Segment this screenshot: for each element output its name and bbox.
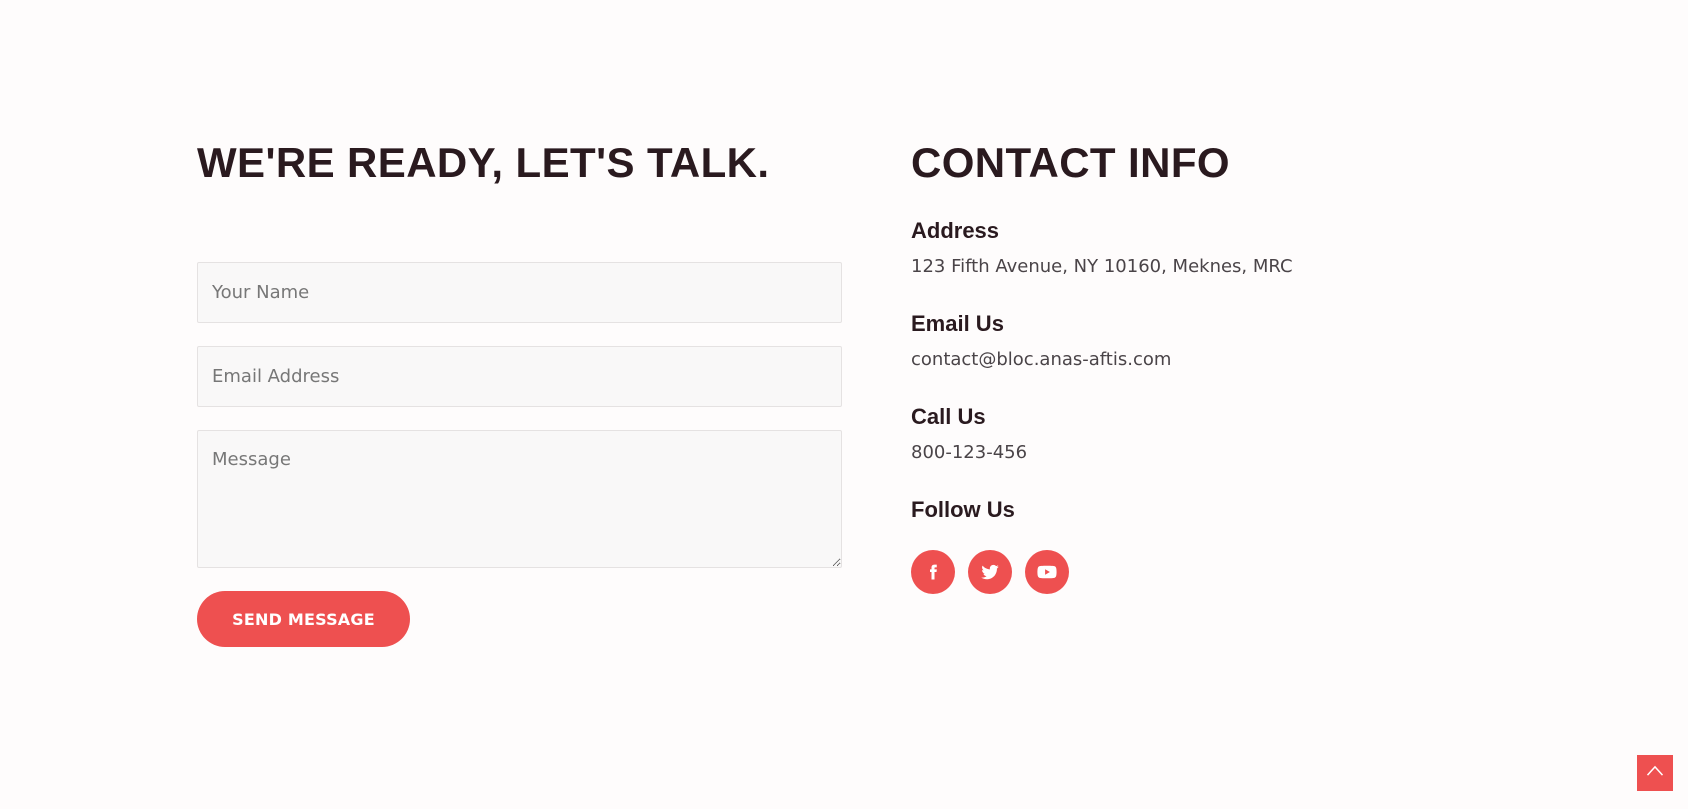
address-block: Address 123 Fifth Avenue, NY 10160, Mekn… <box>911 218 1293 279</box>
send-message-button[interactable]: SEND MESSAGE <box>197 591 410 647</box>
address-label: Address <box>911 218 1000 243</box>
phone-value: 800-123-456 <box>911 442 1028 463</box>
youtube-icon <box>1037 562 1057 582</box>
chevron-up-icon <box>1645 761 1665 785</box>
contact-info-column: CONTACT INFO Address 123 Fifth Avenue, N… <box>911 138 1491 594</box>
email-input[interactable] <box>197 346 842 407</box>
address-value: 123 Fifth Avenue, NY 10160, Meknes, MRC <box>911 256 1293 277</box>
facebook-link[interactable] <box>911 550 955 594</box>
message-textarea[interactable] <box>197 430 842 568</box>
call-block: Call Us 800-123-456 <box>911 404 1027 465</box>
follow-block: Follow Us <box>911 497 1015 523</box>
contact-section: WE'RE READY, LET'S TALK. SEND MESSAGE CO… <box>197 138 1491 698</box>
twitter-icon <box>980 562 1000 582</box>
social-links <box>911 550 1069 594</box>
contact-info-heading: CONTACT INFO <box>911 139 1230 186</box>
call-label: Call Us <box>911 404 986 429</box>
twitter-link[interactable] <box>968 550 1012 594</box>
scroll-to-top-button[interactable] <box>1637 755 1673 791</box>
contact-form-column: WE'RE READY, LET'S TALK. SEND MESSAGE <box>197 138 842 647</box>
name-input[interactable] <box>197 262 842 323</box>
facebook-icon <box>924 563 942 581</box>
form-heading: WE'RE READY, LET'S TALK. <box>197 139 770 186</box>
email-label: Email Us <box>911 311 1004 336</box>
email-value: contact@bloc.anas-aftis.com <box>911 349 1172 370</box>
email-block: Email Us contact@bloc.anas-aftis.com <box>911 311 1171 372</box>
youtube-link[interactable] <box>1025 550 1069 594</box>
follow-label: Follow Us <box>911 497 1015 522</box>
